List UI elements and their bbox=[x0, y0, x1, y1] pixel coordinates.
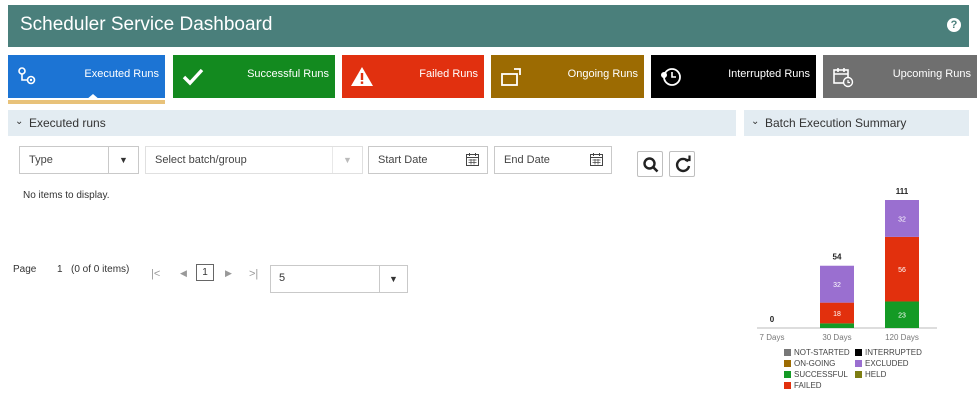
category-label: 30 Days bbox=[822, 333, 851, 342]
bar-value-label: 32 bbox=[833, 282, 841, 289]
ongoing-icon bbox=[501, 68, 521, 86]
legend-swatch bbox=[855, 371, 862, 378]
page-number-box[interactable]: 1 bbox=[196, 264, 214, 281]
selected-tile-underline bbox=[8, 100, 165, 104]
category-label: 120 Days bbox=[885, 333, 919, 342]
tile-label: Successful Runs bbox=[247, 68, 329, 80]
status-tiles: Executed Runs Successful Runs Failed Run… bbox=[8, 55, 977, 100]
tile-label: Interrupted Runs bbox=[728, 68, 810, 80]
legend-label: SUCCESSFUL bbox=[794, 370, 848, 379]
empty-message: No items to display. bbox=[23, 190, 110, 201]
help-icon[interactable]: ? bbox=[947, 18, 961, 32]
legend-swatch bbox=[855, 349, 862, 356]
batch-placeholder: Select batch/group bbox=[155, 154, 247, 166]
legend-label: NOT-STARTED bbox=[794, 348, 850, 357]
chevron-down-icon[interactable]: ⌄ bbox=[751, 116, 759, 127]
last-page-icon[interactable]: >| bbox=[249, 268, 258, 280]
executed-runs-panel-header[interactable]: ⌄ Executed runs bbox=[8, 110, 736, 136]
app-header: Scheduler Service Dashboard ? bbox=[8, 5, 969, 47]
page-label: Page bbox=[13, 264, 37, 275]
bar-total-label: 0 bbox=[770, 315, 775, 324]
start-date-placeholder: Start Date bbox=[378, 154, 428, 166]
page-title: Scheduler Service Dashboard bbox=[20, 14, 273, 35]
search-button[interactable] bbox=[637, 151, 663, 177]
bar-value-label: 56 bbox=[898, 267, 906, 274]
end-date-field[interactable]: End Date bbox=[494, 146, 612, 174]
tile-label: Failed Runs bbox=[419, 68, 478, 80]
item-summary: (0 of 0 items) bbox=[71, 264, 130, 275]
legend-swatch bbox=[784, 360, 791, 367]
warning-icon bbox=[351, 67, 373, 86]
chevron-down-icon[interactable]: ▼ bbox=[108, 147, 138, 173]
bar-segment bbox=[820, 323, 854, 328]
executed-runs-icon bbox=[18, 67, 36, 85]
first-page-icon[interactable]: |< bbox=[151, 268, 160, 280]
batch-summary-panel-header[interactable]: ⌄ Batch Execution Summary bbox=[744, 110, 969, 136]
legend-label: HELD bbox=[865, 370, 887, 379]
legend-label: INTERRUPTED bbox=[865, 348, 922, 357]
legend-label: EXCLUDED bbox=[865, 359, 909, 368]
bar-value-label: 23 bbox=[898, 313, 906, 320]
bar-total-label: 54 bbox=[833, 253, 842, 262]
tile-executed-runs[interactable]: Executed Runs bbox=[8, 55, 165, 100]
tile-upcoming-runs[interactable]: Upcoming Runs bbox=[823, 55, 977, 98]
interrupted-icon bbox=[661, 68, 681, 86]
refresh-button[interactable] bbox=[669, 151, 695, 177]
chevron-down-icon[interactable]: ⌄ bbox=[15, 116, 23, 127]
panel-title: Batch Execution Summary bbox=[765, 116, 907, 130]
batch-group-select[interactable]: Select batch/group ▼ bbox=[145, 146, 363, 174]
legend-swatch bbox=[784, 371, 791, 378]
calendar-clock-icon bbox=[833, 68, 854, 88]
legend-label: FAILED bbox=[794, 381, 822, 390]
tile-label: Ongoing Runs bbox=[567, 68, 638, 80]
bar-total-label: 111 bbox=[896, 187, 909, 196]
tile-interrupted-runs[interactable]: Interrupted Runs bbox=[651, 55, 816, 98]
legend-swatch bbox=[784, 349, 791, 356]
bar-value-label: 18 bbox=[833, 311, 841, 318]
batch-execution-chart: 0 7 Days 18 32 54 30 Days 23 56 32 111 120 Days NOT… bbox=[757, 187, 937, 390]
category-label: 7 Days bbox=[760, 333, 785, 342]
chevron-down-icon[interactable]: ▼ bbox=[379, 266, 407, 292]
start-date-field[interactable]: Start Date bbox=[368, 146, 488, 174]
tile-failed-runs[interactable]: Failed Runs bbox=[342, 55, 484, 98]
chevron-down-icon[interactable]: ▼ bbox=[332, 147, 362, 173]
tile-label: Executed Runs bbox=[84, 68, 159, 80]
legend-swatch bbox=[784, 382, 791, 389]
type-placeholder: Type bbox=[29, 154, 53, 166]
panel-title: Executed runs bbox=[29, 116, 106, 130]
previous-page-icon[interactable]: ◀ bbox=[180, 268, 187, 279]
calendar-icon[interactable] bbox=[590, 153, 603, 166]
tile-successful-runs[interactable]: Successful Runs bbox=[173, 55, 335, 98]
search-icon bbox=[643, 157, 659, 173]
bar-value-label: 32 bbox=[898, 216, 906, 223]
page-size-value: 5 bbox=[279, 272, 286, 284]
refresh-icon bbox=[675, 155, 691, 173]
legend-label: ON-GOING bbox=[794, 359, 835, 368]
next-page-icon[interactable]: ▶ bbox=[225, 268, 232, 279]
calendar-icon[interactable] bbox=[466, 153, 479, 166]
checkmark-icon bbox=[182, 68, 204, 86]
end-date-placeholder: End Date bbox=[504, 154, 550, 166]
page-size-select[interactable]: 5 ▼ bbox=[270, 265, 408, 293]
current-page: 1 bbox=[57, 264, 63, 275]
type-select[interactable]: Type ▼ bbox=[19, 146, 139, 174]
legend-swatch bbox=[855, 360, 862, 367]
tile-ongoing-runs[interactable]: Ongoing Runs bbox=[491, 55, 644, 98]
tile-label: Upcoming Runs bbox=[892, 68, 971, 80]
